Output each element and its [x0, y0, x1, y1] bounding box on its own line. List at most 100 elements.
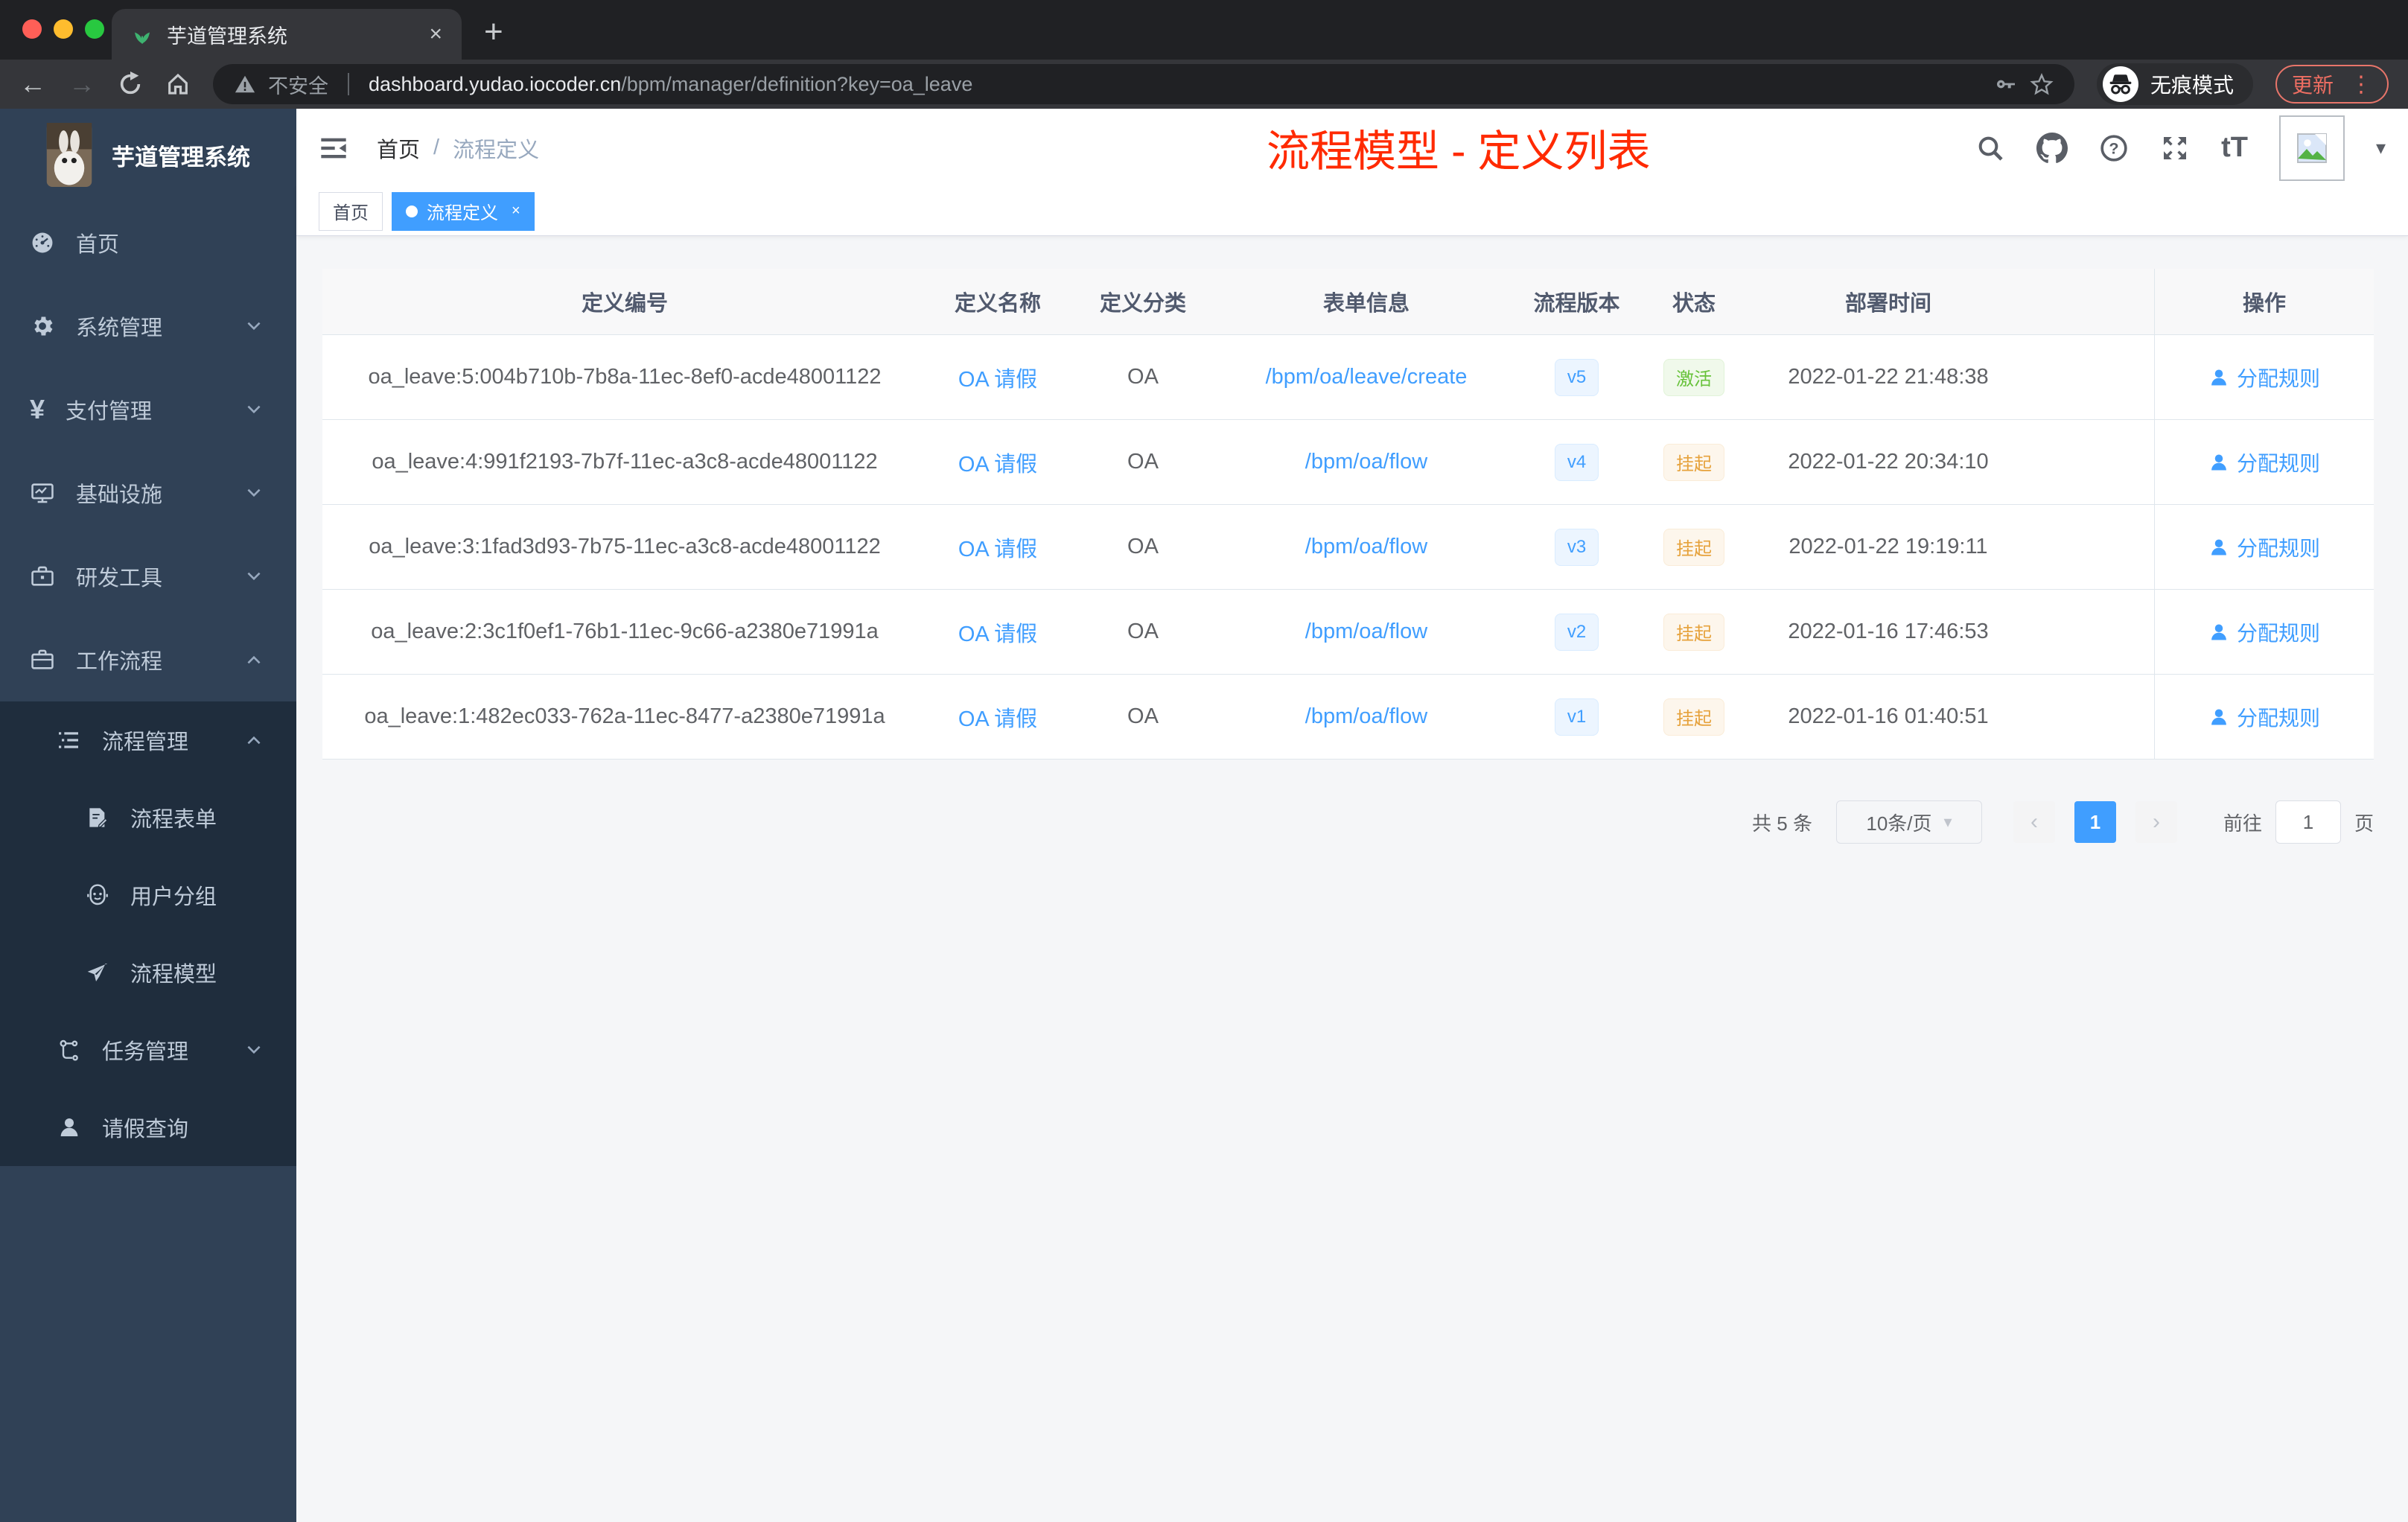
form-link[interactable]: /bpm/oa/flow — [1305, 704, 1427, 729]
sidebar-item-leave-query[interactable]: 请假查询 — [0, 1089, 296, 1166]
new-tab-button[interactable]: + — [484, 13, 503, 51]
assign-rule-link[interactable]: 分配规则 — [2208, 532, 2320, 562]
sidebar-item-process-management[interactable]: 流程管理 — [0, 701, 296, 779]
minimize-window-button[interactable] — [54, 19, 73, 39]
table-header-row: 定义编号 定义名称 定义分类 表单信息 流程版本 状态 部署时间 操作 — [322, 269, 2374, 335]
sidebar-item-payment[interactable]: ¥ 支付管理 — [0, 368, 296, 451]
deploy-time: 2022-01-22 19:19:11 — [1789, 535, 1988, 558]
definition-name-link[interactable]: OA 请假 — [958, 701, 1037, 733]
sidebar-item-user-group[interactable]: 用户分组 — [0, 856, 296, 934]
sidebar-item-process-model[interactable]: 流程模型 — [0, 934, 296, 1011]
sidebar-logo[interactable]: 芋道管理系统 — [0, 109, 296, 201]
sidebar-item-label: 研发工具 — [76, 567, 163, 590]
password-key-icon[interactable] — [1994, 72, 2018, 96]
page-content: 定义编号 定义名称 定义分类 表单信息 流程版本 状态 部署时间 操作 oa_l… — [296, 236, 2408, 1522]
tag-close-icon[interactable]: × — [512, 203, 520, 220]
form-link[interactable]: /bpm/oa/flow — [1305, 620, 1427, 644]
avatar-caret-down-icon[interactable]: ▾ — [2376, 136, 2386, 159]
definition-name-link[interactable]: OA 请假 — [958, 617, 1037, 648]
bookmark-star-icon[interactable] — [2030, 72, 2054, 96]
definition-name-link[interactable]: OA 请假 — [958, 532, 1037, 563]
table-row: oa_leave:3:1fad3d93-7b75-11ec-a3c8-acde4… — [322, 505, 2374, 590]
tab-title: 芋道管理系统 — [167, 25, 287, 48]
sidebar-item-process-form[interactable]: 流程表单 — [0, 779, 296, 856]
sidebar-item-workflow[interactable]: 工作流程 — [0, 618, 296, 701]
sidebar-item-label: 支付管理 — [66, 400, 153, 424]
definition-name-link[interactable]: OA 请假 — [958, 362, 1037, 393]
form-link[interactable]: /bpm/oa/flow — [1305, 535, 1427, 559]
back-button[interactable]: ← — [19, 71, 46, 98]
tag-process-definition[interactable]: 流程定义 × — [392, 191, 535, 231]
home-button[interactable] — [165, 71, 191, 97]
screen: 芋道管理系统 × + ← → 不安全 dashboard.yudao.iocod… — [0, 0, 2408, 1522]
goto-unit: 页 — [2354, 812, 2374, 835]
browser-tab[interactable]: 芋道管理系统 × — [112, 9, 462, 60]
navbar-actions: tT ▾ — [1975, 115, 2386, 181]
breadcrumb-home[interactable]: 首页 — [377, 133, 420, 164]
assign-rule-link[interactable]: 分配规则 — [2208, 448, 2320, 477]
assign-rule-link[interactable]: 分配规则 — [2208, 702, 2320, 732]
page-number-current[interactable]: 1 — [2074, 801, 2116, 843]
assign-rule-label: 分配规则 — [2236, 451, 2320, 475]
font-size-icon[interactable]: tT — [2221, 132, 2248, 164]
assign-rule-link[interactable]: 分配规则 — [2208, 363, 2320, 392]
address-bar[interactable]: 不安全 dashboard.yudao.iocoder.cn/bpm/manag… — [213, 64, 2074, 104]
sidebar-item-system[interactable]: 系统管理 — [0, 284, 296, 368]
tag-home[interactable]: 首页 — [319, 191, 383, 231]
question-icon[interactable] — [2099, 133, 2129, 163]
sidebar-item-infrastructure[interactable]: 基础设施 — [0, 451, 296, 535]
breadcrumb: 首页 / 流程定义 — [377, 133, 539, 164]
favicon-leaf-icon — [131, 23, 153, 45]
version-badge: v3 — [1554, 528, 1599, 566]
column-header: 表单信息 — [1322, 292, 1410, 316]
sidebar-item-home[interactable]: 首页 — [0, 201, 296, 284]
chevron-up-icon — [244, 650, 264, 669]
sidebar-item-task-management[interactable]: 任务管理 — [0, 1011, 296, 1089]
avatar[interactable] — [2278, 115, 2345, 181]
reload-button[interactable] — [118, 71, 143, 97]
browser-update-button[interactable]: 更新 ⋮ — [2275, 65, 2389, 104]
security-warning-label[interactable]: 不安全 — [268, 70, 328, 99]
prev-page-button[interactable]: ‹ — [2013, 801, 2055, 843]
url-text[interactable]: dashboard.yudao.iocoder.cn/bpm/manager/d… — [369, 73, 972, 96]
tab-close-icon[interactable]: × — [429, 22, 442, 47]
definition-id: oa_leave:3:1fad3d93-7b75-11ec-a3c8-acde4… — [369, 535, 881, 558]
pagination-total: 共 5 条 — [1752, 812, 1812, 835]
definition-name-link[interactable]: OA 请假 — [958, 447, 1037, 478]
fullscreen-icon[interactable] — [2160, 133, 2190, 163]
workflow-submenu: 流程管理 流程表单 用户分组 流程模型 任务管理 请假查询 — [0, 701, 296, 1166]
form-link[interactable]: /bpm/oa/flow — [1305, 450, 1427, 474]
close-window-button[interactable] — [22, 19, 42, 39]
version-badge: v1 — [1554, 698, 1599, 736]
security-warning-icon[interactable] — [234, 73, 256, 95]
definition-category: OA — [1127, 704, 1159, 728]
select-caret-down-icon: ▾ — [1943, 812, 1952, 831]
zoom-window-button[interactable] — [85, 19, 104, 39]
chevron-down-icon — [244, 483, 264, 503]
next-page-button[interactable]: › — [2135, 801, 2177, 843]
definition-id: oa_leave:1:482ec033-762a-11ec-8477-a2380… — [364, 704, 885, 728]
form-link[interactable]: /bpm/oa/leave/create — [1266, 365, 1468, 389]
goto-page-input[interactable] — [2275, 800, 2341, 844]
chevron-down-icon — [244, 1040, 264, 1060]
column-filler — [2027, 269, 2154, 334]
sidebar-item-label: 基础设施 — [76, 483, 163, 507]
row-filler — [2027, 675, 2154, 759]
search-icon[interactable] — [1975, 133, 2005, 163]
page-size-select[interactable]: 10条/页 ▾ — [1835, 800, 1982, 844]
status-badge: 挂起 — [1663, 698, 1724, 736]
browser-menu-icon[interactable]: ⋮ — [2350, 71, 2372, 98]
hamburger-icon[interactable] — [319, 133, 348, 163]
incognito-icon — [2103, 66, 2138, 102]
assign-rule-label: 分配规则 — [2236, 621, 2320, 645]
toolbox-icon — [30, 564, 55, 589]
page-size-value: 10条/页 — [1866, 812, 1932, 835]
person-icon — [57, 1115, 81, 1139]
sidebar-item-label: 流程管理 — [102, 730, 189, 754]
forward-button[interactable]: → — [69, 71, 95, 98]
assign-rule-link[interactable]: 分配规则 — [2208, 617, 2320, 647]
github-icon[interactable] — [2036, 133, 2068, 164]
definition-category: OA — [1127, 450, 1159, 474]
sidebar-item-devtools[interactable]: 研发工具 — [0, 535, 296, 618]
annotation-title: 流程模型 - 定义列表 — [1267, 127, 1651, 176]
